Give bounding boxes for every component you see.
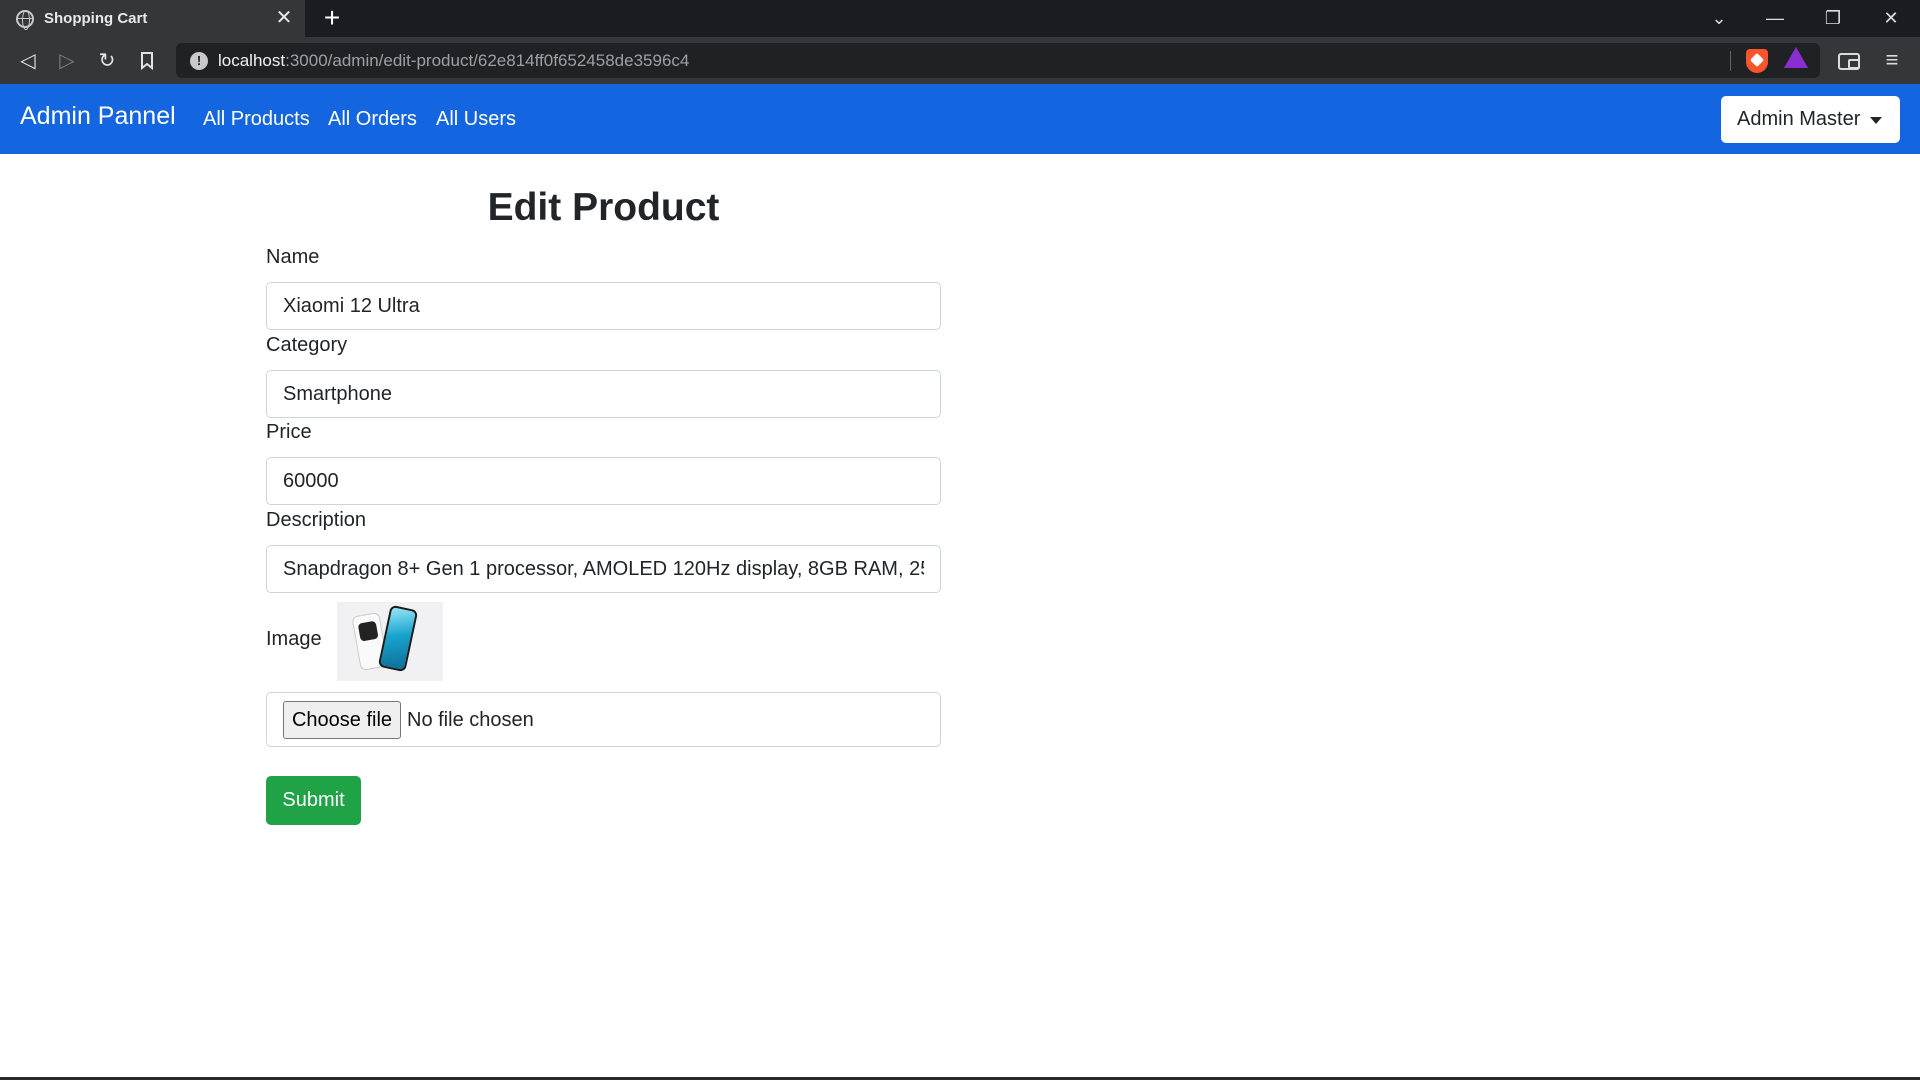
tab-search-button[interactable]: ⌄ (1696, 0, 1742, 37)
admin-navbar: Admin Pannel All Products All Orders All… (0, 84, 1920, 154)
category-input[interactable]: Smartphone (266, 370, 941, 418)
bookmark-button[interactable] (131, 45, 163, 77)
name-input-value: Xiaomi 12 Ultra (283, 295, 420, 317)
browser-tab[interactable]: Shopping Cart ✕ (0, 0, 305, 37)
submit-button[interactable]: Submit (266, 776, 361, 825)
no-file-chosen-text: No file chosen (407, 709, 534, 731)
nav-link-all-orders[interactable]: All Orders (328, 108, 417, 131)
reload-button[interactable]: ↻ (91, 45, 123, 77)
browser-toolbar: ◁ ▷ ↻ ! localhost:3000/admin/edit-produc… (0, 37, 1920, 84)
product-image-thumbnail (337, 602, 443, 681)
user-dropdown-button[interactable]: Admin Master (1721, 96, 1900, 143)
image-file-input[interactable]: Choose file No file chosen (266, 692, 941, 747)
nav-link-all-products[interactable]: All Products (203, 108, 310, 131)
nav-link-all-users[interactable]: All Users (436, 108, 516, 131)
price-input[interactable]: 60000 (266, 457, 941, 505)
restore-button[interactable]: ❐ (1810, 0, 1856, 37)
browser-tab-bar: Shopping Cart ✕ + ⌄ — ❐ ✕ (0, 0, 1920, 37)
image-label: Image (266, 628, 322, 650)
brand-link[interactable]: Admin Pannel (20, 102, 176, 131)
address-bar[interactable]: ! localhost:3000/admin/edit-product/62e8… (176, 43, 1820, 78)
tab-close-icon[interactable]: ✕ (273, 7, 295, 29)
wallet-icon[interactable] (1838, 53, 1860, 70)
brave-rewards-icon[interactable] (1784, 47, 1808, 68)
choose-file-button[interactable]: Choose file (283, 701, 401, 739)
back-button[interactable]: ◁ (12, 45, 44, 77)
caret-down-icon (1870, 117, 1882, 124)
url-host: localhost (218, 51, 286, 70)
name-input[interactable]: Xiaomi 12 Ultra (266, 282, 941, 330)
phone-camera-graphic (357, 620, 379, 642)
tab-title: Shopping Cart (44, 10, 148, 27)
description-input-value: Snapdragon 8+ Gen 1 processor, AMOLED 12… (283, 558, 924, 580)
forward-button[interactable]: ▷ (51, 45, 83, 77)
description-label: Description (266, 509, 367, 531)
phone-front-graphic (377, 604, 419, 673)
page-title: Edit Product (487, 186, 720, 229)
name-label: Name (266, 246, 320, 268)
close-window-button[interactable]: ✕ (1868, 0, 1914, 37)
category-label: Category (266, 334, 348, 356)
globe-icon (16, 9, 34, 30)
bookmark-icon (141, 52, 153, 71)
brave-shield-icon[interactable] (1746, 49, 1768, 73)
omnibox-divider (1730, 51, 1731, 71)
new-tab-button[interactable]: + (318, 4, 346, 32)
menu-icon[interactable]: ≡ (1880, 46, 1904, 74)
url-text[interactable]: localhost:3000/admin/edit-product/62e814… (218, 51, 689, 71)
price-label: Price (266, 421, 312, 443)
user-dropdown-label: Admin Master (1737, 108, 1861, 130)
price-input-value: 60000 (283, 470, 339, 492)
description-input[interactable]: Snapdragon 8+ Gen 1 processor, AMOLED 12… (266, 545, 941, 593)
info-icon[interactable]: ! (190, 52, 208, 70)
category-input-value: Smartphone (283, 383, 392, 405)
url-path: :3000/admin/edit-product/62e814ff0f65245… (285, 51, 690, 70)
minimize-button[interactable]: — (1752, 0, 1798, 37)
